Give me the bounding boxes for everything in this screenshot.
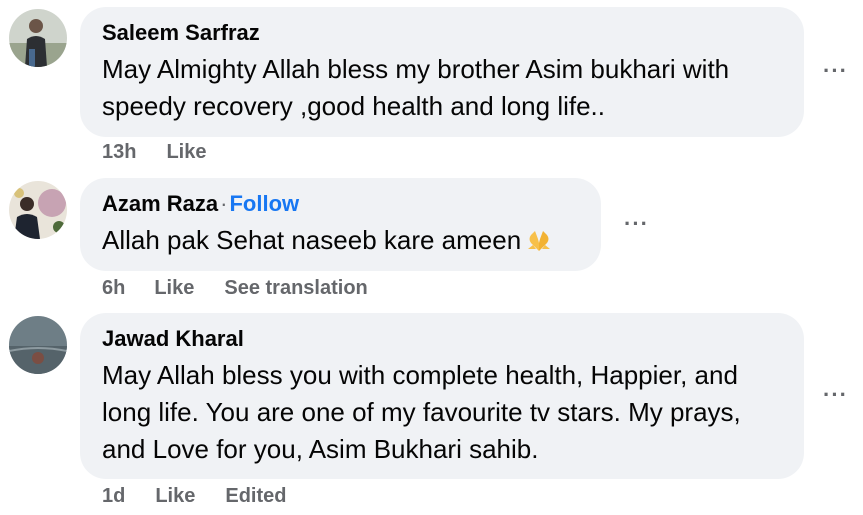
comment-bubble: Azam Raza·Follow Allah pak Sehat naseeb …	[80, 178, 601, 271]
comment-actions: 13h Like	[102, 141, 207, 164]
more-options-button[interactable]: ···	[823, 60, 848, 82]
comment-text-line: May Almighty Allah bless my brother Asim…	[102, 54, 730, 84]
avatar[interactable]	[9, 9, 67, 67]
user-photo-icon	[9, 181, 67, 239]
user-photo-icon	[9, 9, 67, 67]
comment-text: Allah pak Sehat naseeb kare ameen	[102, 222, 579, 263]
timestamp[interactable]: 6h	[102, 277, 125, 300]
see-translation-link[interactable]: See translation	[224, 277, 367, 300]
praying-hands-emoji-icon	[525, 226, 553, 263]
comment-text-line: Allah pak Sehat naseeb kare ameen	[102, 225, 522, 255]
more-options-button[interactable]: ···	[823, 384, 848, 406]
comment-bubble: Saleem Sarfraz May Almighty Allah bless …	[80, 7, 804, 137]
comment-text-line: and Love for you, Asim Bukhari sahib.	[102, 434, 539, 464]
author-name[interactable]: Jawad Kharal	[102, 326, 244, 351]
more-options-button[interactable]: ···	[624, 213, 649, 235]
comment-text-line: long life. You are one of my favourite t…	[102, 397, 741, 427]
like-button[interactable]: Like	[155, 485, 195, 508]
comment-text: May Almighty Allah bless my brother Asim…	[102, 51, 782, 125]
comment-actions: 6h Like See translation	[102, 277, 368, 300]
user-photo-icon	[9, 316, 67, 374]
like-button[interactable]: Like	[166, 141, 206, 164]
timestamp[interactable]: 13h	[102, 141, 136, 164]
comment-actions: 1d Like Edited	[102, 485, 287, 508]
author-name[interactable]: Saleem Sarfraz	[102, 20, 260, 45]
follow-button[interactable]: Follow	[229, 191, 299, 216]
comment-text-line: May Allah bless you with complete health…	[102, 360, 738, 390]
like-button[interactable]: Like	[154, 277, 194, 300]
author-name[interactable]: Azam Raza	[102, 191, 218, 216]
separator-dot: ·	[220, 191, 228, 216]
avatar[interactable]	[9, 181, 67, 239]
comment-text: May Allah bless you with complete health…	[102, 357, 782, 468]
edited-label: Edited	[225, 485, 287, 507]
comment-bubble: Jawad Kharal May Allah bless you with co…	[80, 313, 804, 479]
comment-text-line: speedy recovery ,good health and long li…	[102, 91, 606, 121]
timestamp[interactable]: 1d	[102, 485, 125, 508]
avatar[interactable]	[9, 316, 67, 374]
